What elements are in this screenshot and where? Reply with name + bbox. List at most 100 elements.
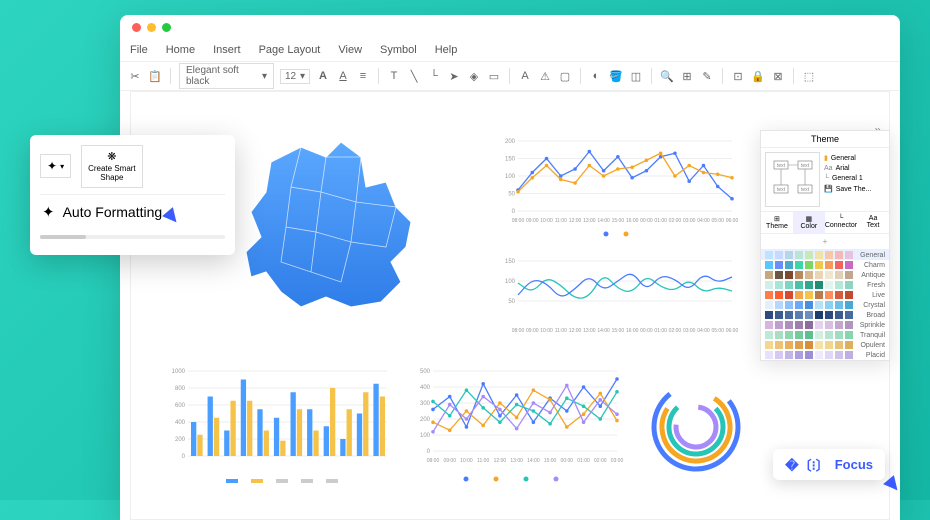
theme-row-sprinkle[interactable]: Sprinkle <box>761 320 889 330</box>
theme-opt-general[interactable]: ▮General <box>824 154 885 162</box>
svg-text:14:00: 14:00 <box>597 328 610 334</box>
bold-icon[interactable]: A <box>316 69 330 83</box>
svg-text:08:00: 08:00 <box>427 458 440 464</box>
menubar: File Home Insert Page Layout View Symbol… <box>120 39 900 61</box>
svg-text:05:00: 05:00 <box>711 328 724 334</box>
lock-icon[interactable]: 🔒 <box>751 69 765 83</box>
svg-text:01:00: 01:00 <box>654 328 667 334</box>
warning-icon[interactable]: ⚠ <box>538 69 552 83</box>
shape-icon[interactable]: ▭ <box>487 69 501 83</box>
cube-icon[interactable]: ⬚ <box>802 69 816 83</box>
sparkle-button[interactable]: ✦▾ <box>40 154 71 178</box>
svg-text:13:00: 13:00 <box>510 458 523 464</box>
grid-icon[interactable]: ⊞ <box>680 69 694 83</box>
menu-home[interactable]: Home <box>166 44 195 56</box>
theme-row-tranquil[interactable]: Tranquil <box>761 330 889 340</box>
svg-text:100: 100 <box>420 433 431 439</box>
svg-text:11:00: 11:00 <box>477 458 489 464</box>
theme-opt-save[interactable]: 💾Save The... <box>824 185 885 193</box>
group-icon[interactable]: ⊡ <box>731 69 745 83</box>
svg-text:00:00: 00:00 <box>640 218 653 224</box>
menu-insert[interactable]: Insert <box>213 44 241 56</box>
tab-color[interactable]: ▦Color <box>793 212 825 233</box>
format-slider[interactable] <box>40 235 225 239</box>
theme-panel: Theme texttexttexttext ▮General AaArial … <box>760 130 890 361</box>
menu-layout[interactable]: Page Layout <box>259 44 321 56</box>
svg-text:500: 500 <box>420 369 431 375</box>
theme-row-opulent[interactable]: Opulent <box>761 340 889 350</box>
pen-icon[interactable]: ✎ <box>700 69 714 83</box>
menu-symbol[interactable]: Symbol <box>380 44 417 56</box>
cut-icon[interactable]: ✂ <box>128 69 142 83</box>
size-select[interactable]: 12▾ <box>280 69 310 84</box>
theme-row-general[interactable]: General <box>761 250 889 260</box>
svg-text:100: 100 <box>505 279 516 285</box>
min-dot[interactable] <box>147 23 156 32</box>
theme-opt-arial[interactable]: AaArial <box>824 165 885 172</box>
font-select[interactable]: Elegant soft black▾ <box>179 63 274 89</box>
svg-text:11:00: 11:00 <box>555 328 567 334</box>
svg-text:15:00: 15:00 <box>544 458 557 464</box>
max-dot[interactable] <box>162 23 171 32</box>
svg-text:15:00: 15:00 <box>612 218 625 224</box>
rect-icon[interactable]: ▢ <box>558 69 572 83</box>
theme-row-charm[interactable]: Charm <box>761 260 889 270</box>
search-icon[interactable]: 🔍 <box>660 69 674 83</box>
theme-row-crystal[interactable]: Crystal <box>761 300 889 310</box>
menu-help[interactable]: Help <box>435 44 458 56</box>
paste-icon[interactable]: 📋 <box>148 69 162 83</box>
theme-row-antique[interactable]: Antique <box>761 270 889 280</box>
tab-text[interactable]: AaText <box>857 212 889 233</box>
pointer-icon[interactable]: ➤ <box>447 69 461 83</box>
svg-text:text: text <box>801 187 810 193</box>
theme-row-live[interactable]: Live <box>761 290 889 300</box>
chart-waves[interactable]: 5010015008:0009:0010:0011:0012:0013:0014… <box>496 257 736 347</box>
theme-row-fresh[interactable]: Fresh <box>761 280 889 290</box>
align-icon[interactable]: ≡ <box>356 69 370 83</box>
focus-button[interactable]: �〔⁝〕 Focus <box>773 449 885 480</box>
svg-text:10:00: 10:00 <box>540 218 553 224</box>
theme-row-placid[interactable]: Placid <box>761 350 889 360</box>
chart-multilines[interactable]: 010020030040050008:0009:0010:0011:0012:0… <box>411 367 621 487</box>
svg-text:01:00: 01:00 <box>577 458 590 464</box>
svg-text:15:00: 15:00 <box>612 328 625 334</box>
layers-icon[interactable]: ◈ <box>467 69 481 83</box>
map-graphic[interactable] <box>231 132 451 332</box>
theme-row-broad[interactable]: Broad <box>761 310 889 320</box>
svg-text:00:00: 00:00 <box>561 458 574 464</box>
svg-text:11:00: 11:00 <box>555 218 567 224</box>
theme-opt-general1[interactable]: └General 1 <box>824 175 885 182</box>
fill-icon[interactable]: ◐ <box>589 69 603 83</box>
svg-text:200: 200 <box>175 437 186 443</box>
theme-title: Theme <box>761 131 889 148</box>
crop-icon[interactable]: ◫ <box>629 69 643 83</box>
color-icon[interactable]: A <box>336 69 350 83</box>
connector-icon[interactable]: └ <box>427 69 441 83</box>
svg-text:text: text <box>801 163 810 169</box>
svg-text:12:00: 12:00 <box>569 218 582 224</box>
svg-text:0: 0 <box>427 449 431 455</box>
menu-view[interactable]: View <box>338 44 362 56</box>
toolbar: ✂ 📋 Elegant soft black▾ 12▾ A A ≡ T ╲ └ … <box>120 61 900 91</box>
text-tool-icon[interactable]: T <box>387 69 401 83</box>
tab-theme[interactable]: ⊞Theme <box>761 212 793 233</box>
theme-preview[interactable]: texttexttexttext <box>765 152 820 207</box>
chart-radial[interactable] <box>636 367 756 487</box>
tab-connector[interactable]: └Connector <box>825 212 857 233</box>
unlock-icon[interactable]: ⊠ <box>771 69 785 83</box>
close-dot[interactable] <box>132 23 141 32</box>
line-tool-icon[interactable]: ╲ <box>407 69 421 83</box>
add-theme-button[interactable]: + <box>761 234 889 250</box>
svg-text:09:00: 09:00 <box>526 218 539 224</box>
svg-text:03:00: 03:00 <box>683 218 696 224</box>
bucket-icon[interactable]: 🪣 <box>609 69 623 83</box>
menu-file[interactable]: File <box>130 44 148 56</box>
auto-format-item[interactable]: ✦ Auto Formatting <box>40 195 225 229</box>
chart-bars[interactable]: 02004006008001000 <box>166 367 391 487</box>
svg-text:06:00: 06:00 <box>726 218 739 224</box>
create-smart-shape-button[interactable]: ❋ Create Smart Shape <box>81 145 143 188</box>
svg-text:600: 600 <box>175 403 186 409</box>
chart-lines-1[interactable]: 05010015020008:0009:0010:0011:0012:0013:… <box>496 137 736 237</box>
font2-icon[interactable]: A <box>518 69 532 83</box>
auto-format-popup: ✦▾ ❋ Create Smart Shape ✦ Auto Formattin… <box>30 135 235 255</box>
